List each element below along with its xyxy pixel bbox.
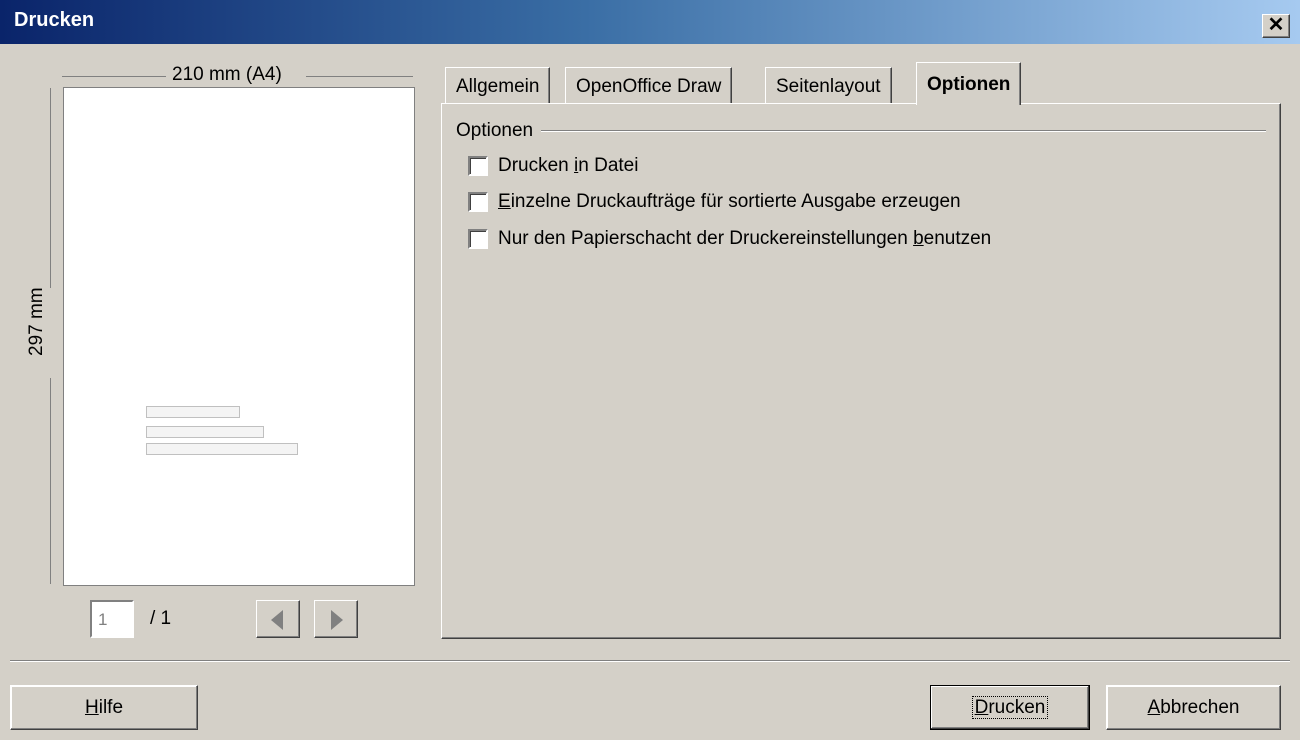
preview-thumbnail-menu (146, 426, 264, 438)
preview-thumbnail-buttons (146, 443, 298, 455)
page-number-input[interactable]: 1 (90, 600, 134, 638)
close-icon: ✕ (1267, 14, 1285, 36)
tab-optionen[interactable]: Optionen (916, 62, 1022, 105)
page-total-label: / 1 (150, 608, 172, 629)
tab-panel (441, 103, 1281, 639)
print-button-label: Drucken (971, 696, 1049, 719)
print-to-file-label: Drucken in Datei (498, 155, 639, 176)
print-to-file-checkbox[interactable] (468, 156, 488, 176)
help-button-label: Hilfe (84, 697, 124, 718)
printer-tray-checkbox[interactable] (468, 229, 488, 249)
title-bar: Drucken ✕ (0, 0, 1300, 44)
option-printer-tray[interactable]: Nur den Papierschacht der Druckereinstel… (468, 228, 991, 250)
cancel-button-label: Abbrechen (1147, 697, 1240, 718)
option-print-to-file[interactable]: Drucken in Datei (468, 155, 638, 177)
help-button[interactable]: Hilfe (10, 685, 198, 730)
height-ruler-bottom (50, 378, 51, 584)
height-ruler-top (50, 88, 51, 288)
next-page-button[interactable] (314, 600, 358, 638)
printer-tray-label: Nur den Papierschacht der Druckereinstel… (498, 228, 992, 249)
option-separate-jobs[interactable]: Einzelne Druckaufträge für sortierte Aus… (468, 191, 961, 213)
width-ruler-left (62, 76, 166, 77)
page-height-label: 297 mm (26, 287, 47, 356)
separate-jobs-label: Einzelne Druckaufträge für sortierte Aus… (498, 191, 961, 212)
arrow-right-icon (331, 610, 343, 630)
page-preview (63, 87, 415, 586)
preview-thumbnail-toolbar (146, 406, 240, 418)
footer-separator (10, 660, 1290, 662)
print-button[interactable]: Drucken (930, 685, 1090, 730)
window-title: Drucken (14, 9, 95, 31)
options-group-label: Optionen (456, 120, 542, 142)
previous-page-button[interactable] (256, 600, 300, 638)
tab-allgemein[interactable]: Allgemein (445, 67, 551, 103)
width-ruler-right (306, 76, 413, 77)
separate-jobs-checkbox[interactable] (468, 192, 488, 212)
group-separator (456, 130, 1266, 132)
tab-seitenlayout[interactable]: Seitenlayout (765, 67, 892, 103)
tab-openoffice-draw[interactable]: OpenOffice Draw (565, 67, 733, 103)
arrow-left-icon (271, 610, 283, 630)
close-button[interactable]: ✕ (1262, 14, 1290, 38)
page-width-label: 210 mm (A4) (172, 64, 282, 85)
cancel-button[interactable]: Abbrechen (1106, 685, 1281, 730)
